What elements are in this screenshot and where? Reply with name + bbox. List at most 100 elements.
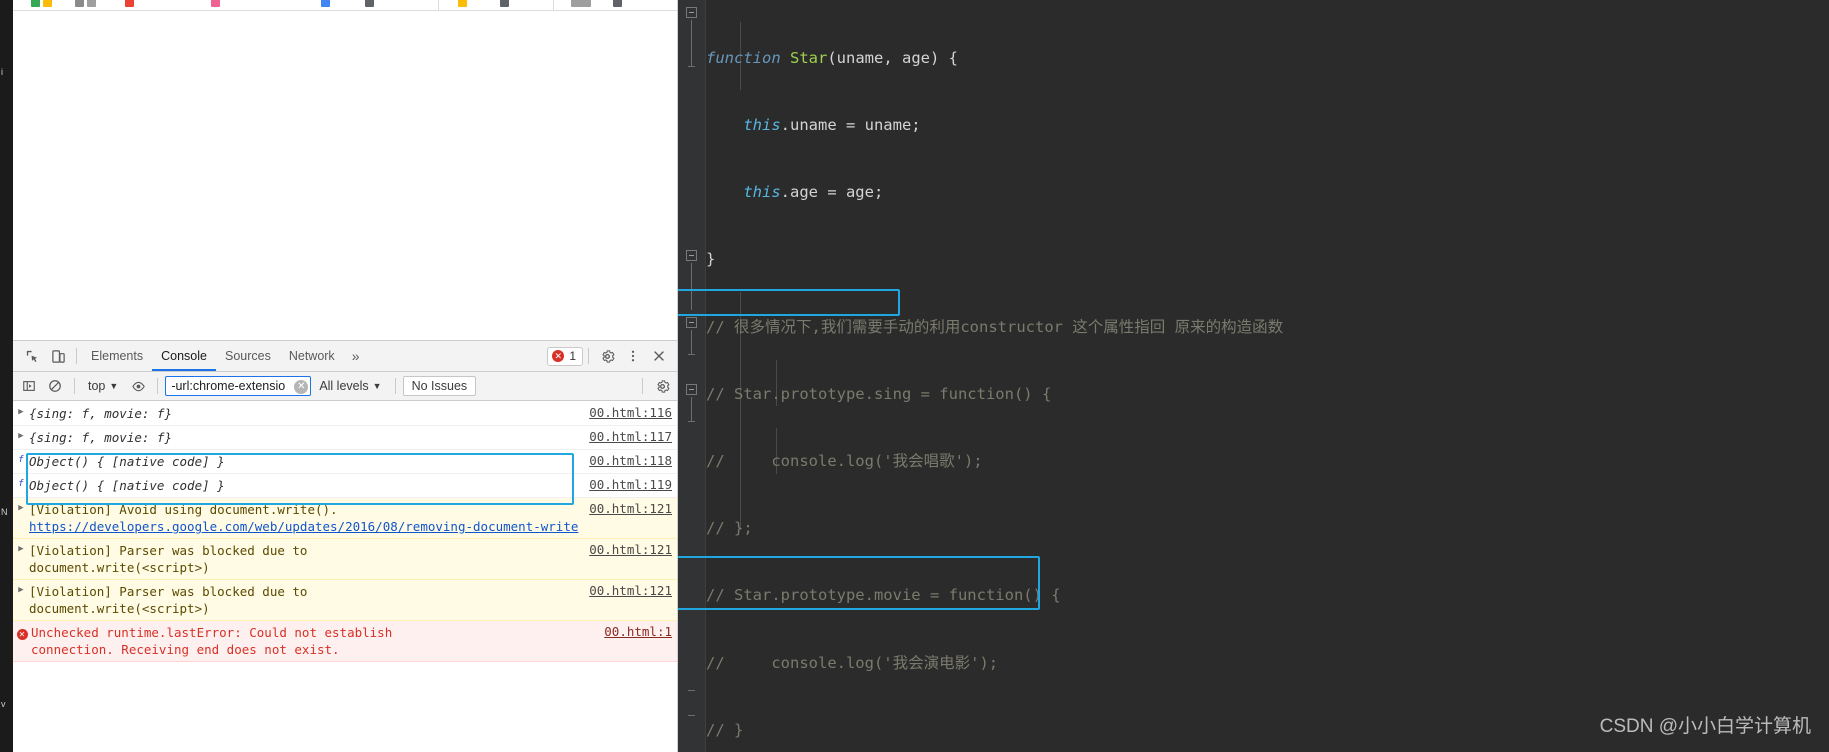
execution-context-select[interactable]: top ▼ — [82, 376, 124, 396]
clear-console-icon[interactable] — [43, 374, 67, 398]
tab-elements[interactable]: Elements — [82, 341, 152, 371]
bookmark-item[interactable] — [211, 0, 220, 9]
fold-guide-tick — [688, 715, 695, 716]
console-message[interactable]: ▶ {sing: f, movie: f} 00.html:116 — [13, 402, 677, 426]
editor-code-area[interactable]: function Star(uname, age) { this.uname =… — [706, 0, 1829, 752]
bookmark-favicon — [365, 0, 374, 7]
expand-arrow-icon[interactable]: ▶ — [13, 501, 29, 513]
message-source-link[interactable]: 00.html:117 — [589, 429, 672, 444]
bookmark-item[interactable] — [125, 0, 134, 9]
function-prefix: f — [13, 453, 29, 465]
expand-arrow-icon[interactable]: ▶ — [13, 542, 29, 554]
filterbar-separator — [642, 378, 643, 394]
chevron-down-icon: ▼ — [372, 381, 382, 391]
clear-input-icon[interactable]: ✕ — [294, 380, 309, 394]
bookmark-item[interactable] — [500, 0, 509, 9]
bookmark-favicon — [87, 0, 96, 7]
issues-button[interactable]: No Issues — [402, 376, 477, 396]
error-icon: ✕ — [13, 624, 31, 640]
log-level-value: All levels — [319, 379, 369, 393]
console-message-text: [Violation] Avoid using document.write()… — [29, 501, 677, 535]
page-viewport — [13, 11, 677, 340]
expand-arrow-icon[interactable]: ▶ — [13, 429, 29, 441]
code-line-5: // 很多情况下,我们需要手动的利用constructor 这个属性指回 原来的… — [706, 317, 1284, 336]
bookmark-item[interactable] — [321, 0, 330, 9]
console-message[interactable]: f Object() { [native code] } 00.html:119 — [13, 474, 677, 498]
message-source-link[interactable]: 00.html:119 — [589, 477, 672, 492]
message-source-link[interactable]: 00.html:1 — [604, 624, 672, 639]
violation-text: [Violation] Avoid using document.write()… — [29, 502, 338, 517]
bookmark-item[interactable] — [613, 0, 622, 9]
console-message[interactable]: ▶ [Violation] Parser was blocked due to … — [13, 580, 677, 621]
devtools-tabbar: Elements Console Sources Network » ✕ 1 — [13, 341, 677, 372]
bookmark-item[interactable] — [75, 0, 96, 9]
fold-marker[interactable] — [686, 384, 697, 395]
log-level-select[interactable]: All levels ▼ — [313, 376, 387, 396]
code-line-10: // console.log('我会演电影'); — [706, 653, 999, 672]
gear-icon[interactable] — [650, 374, 674, 398]
fold-guide — [691, 330, 692, 354]
chevron-down-icon: ▼ — [109, 381, 119, 391]
console-message[interactable]: ▶ [Violation] Parser was blocked due to … — [13, 539, 677, 580]
message-source-link[interactable]: 00.html:121 — [589, 501, 672, 516]
more-options-icon[interactable] — [620, 342, 646, 370]
fold-guide — [691, 263, 692, 310]
bookmark-favicon — [43, 0, 52, 7]
bookmark-item[interactable] — [571, 0, 591, 9]
fold-marker[interactable] — [686, 7, 697, 18]
tab-sources[interactable]: Sources — [216, 341, 280, 371]
fold-guide-tick — [688, 354, 695, 355]
expand-arrow-icon[interactable]: ▶ — [13, 583, 29, 595]
error-icon: ✕ — [552, 350, 565, 362]
gear-icon[interactable] — [594, 342, 620, 370]
close-icon[interactable] — [646, 342, 672, 370]
console-filter-bar: top ▼ -url:chrome-extensio ✕ All levels … — [13, 372, 677, 401]
console-message[interactable]: ✕ Unchecked runtime.lastError: Could not… — [13, 621, 677, 662]
console-message[interactable]: f Object() { [native code] } 00.html:118 — [13, 450, 677, 474]
toolbar-separator — [588, 348, 589, 364]
console-sidebar-icon[interactable] — [17, 374, 41, 398]
fold-guide-tick — [688, 690, 695, 691]
console-message-text: [Violation] Parser was blocked due to do… — [29, 543, 308, 575]
error-count-badge[interactable]: ✕ 1 — [547, 346, 583, 366]
device-toolbar-icon[interactable] — [45, 342, 71, 370]
fold-marker[interactable] — [686, 250, 697, 261]
fold-guide-tick — [688, 421, 695, 422]
console-filter-input[interactable]: -url:chrome-extensio ✕ — [165, 376, 312, 396]
inspect-element-icon[interactable] — [19, 342, 45, 370]
filterbar-separator — [394, 378, 396, 394]
tab-network[interactable]: Network — [280, 341, 344, 371]
bookmark-item[interactable] — [458, 0, 467, 9]
tab-console[interactable]: Console — [152, 341, 216, 371]
bookmark-favicon — [571, 0, 591, 7]
console-message-list[interactable]: ▶ {sing: f, movie: f} 00.html:116 ▶ {sin… — [13, 402, 677, 752]
bookmarks-bar[interactable] — [13, 0, 677, 11]
bookmark-item[interactable] — [365, 0, 374, 9]
editor-fold-gutter[interactable] — [678, 0, 706, 752]
message-source-link[interactable]: 00.html:116 — [589, 405, 672, 420]
console-message[interactable]: ▶ [Violation] Avoid using document.write… — [13, 498, 677, 539]
bookmark-favicon — [125, 0, 134, 7]
bookmark-favicon — [321, 0, 330, 7]
code-line-8: // }; — [706, 519, 753, 538]
filterbar-separator — [157, 378, 159, 394]
message-source-link[interactable]: 00.html:121 — [589, 542, 672, 557]
console-message-text: [Violation] Parser was blocked due to do… — [29, 584, 308, 616]
more-tabs-icon[interactable]: » — [344, 348, 368, 364]
message-source-link[interactable]: 00.html:118 — [589, 453, 672, 468]
bookmark-favicon — [613, 0, 622, 7]
live-expression-icon[interactable] — [126, 374, 150, 398]
code-editor[interactable]: function Star(uname, age) { this.uname =… — [678, 0, 1829, 752]
message-source-link[interactable]: 00.html:121 — [589, 583, 672, 598]
violation-doc-link[interactable]: https://developers.google.com/web/update… — [29, 519, 578, 534]
bookmark-separator — [553, 0, 554, 10]
bookmark-item[interactable] — [31, 0, 52, 9]
fold-marker[interactable] — [686, 317, 697, 328]
watermark: CSDN @小小白学计算机 — [1599, 716, 1811, 737]
console-message-text: Unchecked runtime.lastError: Could not e… — [31, 625, 393, 657]
expand-arrow-icon[interactable]: ▶ — [13, 405, 29, 417]
console-filter-value: -url:chrome-extensio — [171, 379, 286, 393]
execution-context-value: top — [88, 379, 106, 393]
console-message[interactable]: ▶ {sing: f, movie: f} 00.html:117 — [13, 426, 677, 450]
code-line-3: this.age = age; — [743, 183, 884, 202]
